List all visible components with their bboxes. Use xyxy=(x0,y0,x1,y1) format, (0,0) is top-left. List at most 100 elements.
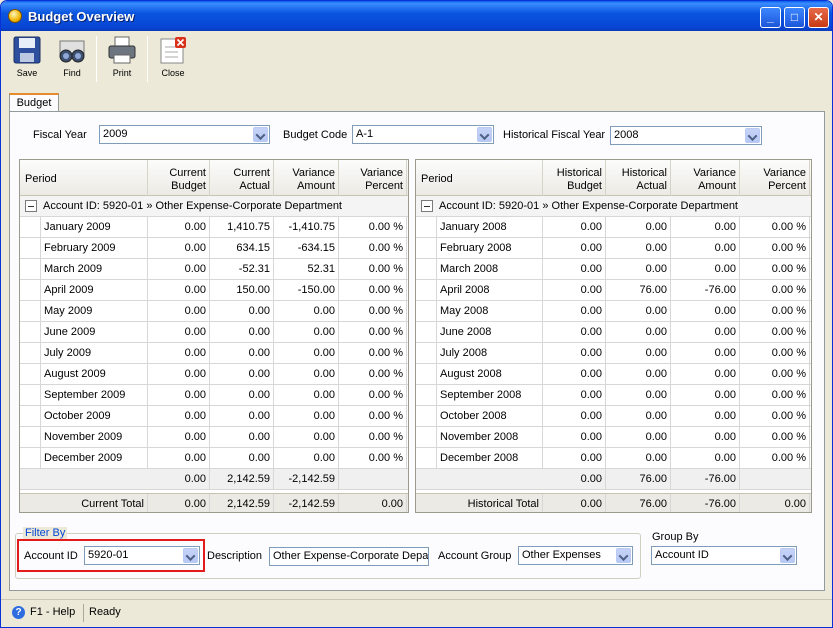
table-row[interactable]: January 2008 0.00 0.00 0.00 0.00 % xyxy=(416,217,811,238)
group-by-combo[interactable]: Account ID xyxy=(651,546,797,565)
header-period[interactable]: Period xyxy=(416,160,543,196)
period-cell: February 2008 xyxy=(436,238,543,259)
header-period[interactable]: Period xyxy=(20,160,148,196)
table-row[interactable]: November 2008 0.00 0.00 0.00 0.00 % xyxy=(416,427,811,448)
value-cell: 0.00 xyxy=(606,343,671,364)
value-cell: 0.00 % xyxy=(339,385,407,406)
value-cell: 0.00 % xyxy=(339,343,407,364)
header-c2-line2: Actual xyxy=(636,180,667,192)
print-button[interactable]: Print xyxy=(102,34,142,86)
header-c1-line2: Budget xyxy=(171,180,206,192)
header-c4[interactable]: Variance Percent xyxy=(339,160,407,196)
chevron-down-icon[interactable] xyxy=(616,548,631,563)
total-row: Historical Total 0.00 76.00 -76.00 0.00 xyxy=(416,493,811,512)
table-row[interactable]: February 2009 0.00 634.15 -634.15 0.00 % xyxy=(20,238,408,259)
header-c1-line1: Current xyxy=(169,167,206,179)
collapse-icon[interactable] xyxy=(421,200,433,212)
value-cell: 0.00 % xyxy=(339,406,407,427)
current-budget-grid[interactable]: Period Current Budget Current Actual Variance… xyxy=(19,159,409,513)
account-group-label: Account Group xyxy=(438,550,512,562)
table-row[interactable]: October 2009 0.00 0.00 0.00 0.00 % xyxy=(20,406,408,427)
minimize-button[interactable]: _ xyxy=(760,7,781,28)
value-cell: 1,410.75 xyxy=(210,217,274,238)
table-row[interactable]: July 2009 0.00 0.00 0.00 0.00 % xyxy=(20,343,408,364)
floppy-disk-icon xyxy=(12,35,42,65)
subtotal-cell: 76.00 xyxy=(606,469,671,490)
value-cell: 0.00 xyxy=(543,217,606,238)
table-row[interactable]: November 2009 0.00 0.00 0.00 0.00 % xyxy=(20,427,408,448)
chevron-down-icon[interactable] xyxy=(477,127,492,142)
table-row[interactable]: April 2009 0.00 150.00 -150.00 0.00 % xyxy=(20,280,408,301)
value-cell: 0.00 xyxy=(148,364,210,385)
table-row[interactable]: August 2009 0.00 0.00 0.00 0.00 % xyxy=(20,364,408,385)
period-cell: August 2009 xyxy=(40,364,148,385)
grid-header: Period Current Budget Current Actual Variance… xyxy=(20,160,408,196)
header-c2[interactable]: Historical Actual xyxy=(606,160,671,196)
account-id-combo[interactable]: 5920-01 xyxy=(84,546,200,565)
close-window-button[interactable]: ✕ xyxy=(808,7,829,28)
budget-code-combo[interactable]: A-1 xyxy=(352,125,494,144)
table-row[interactable]: September 2009 0.00 0.00 0.00 0.00 % xyxy=(20,385,408,406)
table-row[interactable]: March 2009 0.00 -52.31 52.31 0.00 % xyxy=(20,259,408,280)
period-cell: July 2008 xyxy=(436,343,543,364)
group-row[interactable]: Account ID: 5920-01 » Other Expense-Corp… xyxy=(20,196,408,217)
table-row[interactable]: September 2008 0.00 0.00 0.00 0.00 % xyxy=(416,385,811,406)
collapse-icon[interactable] xyxy=(25,200,37,212)
total-cell: -76.00 xyxy=(671,494,740,512)
value-cell: 76.00 xyxy=(606,280,671,301)
chevron-down-icon[interactable] xyxy=(183,548,198,563)
period-cell: September 2008 xyxy=(436,385,543,406)
chevron-down-icon[interactable] xyxy=(253,127,268,142)
save-button[interactable]: Save xyxy=(8,34,46,86)
table-row[interactable]: January 2009 0.00 1,410.75 -1,410.75 0.00 % xyxy=(20,217,408,238)
fiscal-year-label: Fiscal Year xyxy=(33,129,87,141)
table-row[interactable]: October 2008 0.00 0.00 0.00 0.00 % xyxy=(416,406,811,427)
header-c4[interactable]: Variance Percent xyxy=(740,160,810,196)
fiscal-year-combo[interactable]: 2009 xyxy=(99,125,270,144)
find-button[interactable]: Find xyxy=(52,34,92,86)
description-field[interactable]: Other Expense-Corporate Depar xyxy=(269,547,429,566)
value-cell: 0.00 xyxy=(148,259,210,280)
header-c1[interactable]: Current Budget xyxy=(148,160,210,196)
value-cell: 0.00 % xyxy=(740,364,810,385)
table-row[interactable]: May 2009 0.00 0.00 0.00 0.00 % xyxy=(20,301,408,322)
group-row[interactable]: Account ID: 5920-01 » Other Expense-Corp… xyxy=(416,196,811,217)
header-c2[interactable]: Current Actual xyxy=(210,160,274,196)
table-row[interactable]: March 2008 0.00 0.00 0.00 0.00 % xyxy=(416,259,811,280)
table-row[interactable]: June 2008 0.00 0.00 0.00 0.00 % xyxy=(416,322,811,343)
table-row[interactable]: April 2008 0.00 76.00 -76.00 0.00 % xyxy=(416,280,811,301)
historical-budget-grid[interactable]: Period Historical Budget Historical Actual Va… xyxy=(415,159,812,513)
maximize-button[interactable]: □ xyxy=(784,7,805,28)
value-cell: 0.00 xyxy=(543,238,606,259)
description-value: Other Expense-Corporate Depar xyxy=(273,550,429,562)
subtotal-cell: -2,142.59 xyxy=(274,469,339,490)
value-cell: 0.00 % xyxy=(339,259,407,280)
toolbar-separator xyxy=(147,36,148,82)
table-row[interactable]: July 2008 0.00 0.00 0.00 0.00 % xyxy=(416,343,811,364)
tab-budget[interactable]: Budget xyxy=(9,93,59,112)
account-group-combo[interactable]: Other Expenses xyxy=(518,546,633,565)
account-id-value: 5920-01 xyxy=(88,549,129,561)
table-row[interactable]: February 2008 0.00 0.00 0.00 0.00 % xyxy=(416,238,811,259)
header-c3[interactable]: Variance Amount xyxy=(671,160,740,196)
table-row[interactable]: December 2008 0.00 0.00 0.00 0.00 % xyxy=(416,448,811,469)
header-c3[interactable]: Variance Amount xyxy=(274,160,339,196)
subtotal-cell: -76.00 xyxy=(671,469,740,490)
table-row[interactable]: December 2009 0.00 0.00 0.00 0.00 % xyxy=(20,448,408,469)
table-row[interactable]: June 2009 0.00 0.00 0.00 0.00 % xyxy=(20,322,408,343)
table-row[interactable]: May 2008 0.00 0.00 0.00 0.00 % xyxy=(416,301,811,322)
chevron-down-icon[interactable] xyxy=(745,128,760,143)
chevron-down-icon[interactable] xyxy=(780,548,795,563)
help-hint[interactable]: F1 - Help xyxy=(30,606,75,618)
title-bar[interactable]: Budget Overview _ □ ✕ xyxy=(1,1,832,31)
total-cell: 0.00 xyxy=(740,494,810,512)
value-cell: 150.00 xyxy=(210,280,274,301)
grid-header: Period Historical Budget Historical Actual Va… xyxy=(416,160,811,196)
historical-fiscal-year-combo[interactable]: 2008 xyxy=(610,126,762,145)
header-c4-line1: Variance xyxy=(360,167,403,179)
header-c1[interactable]: Historical Budget xyxy=(543,160,606,196)
value-cell: 0.00 xyxy=(543,364,606,385)
close-button[interactable]: Close xyxy=(153,34,193,86)
table-row[interactable]: August 2008 0.00 0.00 0.00 0.00 % xyxy=(416,364,811,385)
value-cell: 0.00 xyxy=(148,406,210,427)
